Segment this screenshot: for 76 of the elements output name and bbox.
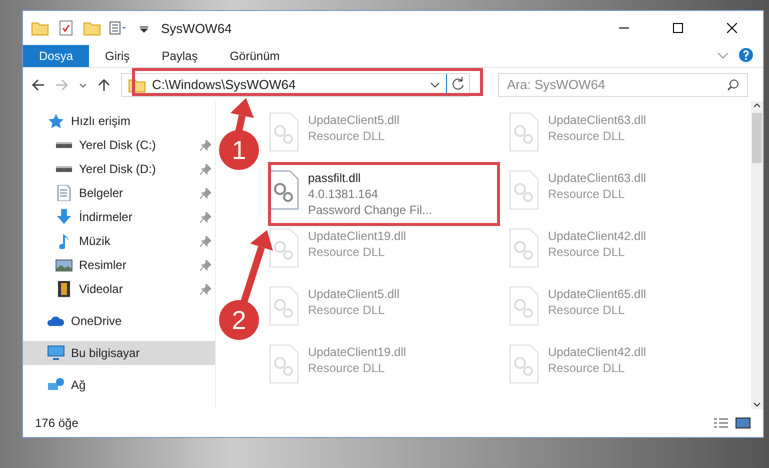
- sidebar-item[interactable]: Videolar: [23, 277, 215, 301]
- film-icon: [55, 281, 73, 297]
- star-icon: [47, 113, 65, 129]
- back-icon[interactable]: [31, 78, 45, 92]
- document-icon: [55, 185, 73, 201]
- dll-file-icon: [268, 111, 300, 153]
- sidebar-item[interactable]: Resimler: [23, 253, 215, 277]
- file-description: Resource DLL: [308, 361, 386, 375]
- ribbon-tab[interactable]: Görünüm: [214, 45, 296, 67]
- dropdown-icon[interactable]: [430, 80, 440, 88]
- dll-file-icon: [508, 343, 540, 385]
- checkmark-icon[interactable]: [57, 20, 75, 36]
- file-description: Password Change Fil...: [308, 203, 432, 217]
- file-description: Resource DLL: [308, 303, 386, 317]
- file-name: passfilt.dll: [308, 171, 362, 185]
- file-name: UpdateClient42.dll: [548, 229, 646, 243]
- file-name: UpdateClient42.dll: [548, 345, 646, 359]
- ribbon-tab[interactable]: Giriş: [89, 45, 146, 67]
- window-title: SysWOW64: [161, 20, 232, 36]
- up-icon[interactable]: [97, 78, 111, 92]
- picture-icon: [55, 257, 73, 273]
- file-name: UpdateClient5.dll: [308, 113, 400, 127]
- ribbon-tab[interactable]: Dosya: [23, 45, 90, 67]
- file-description: Resource DLL: [548, 303, 626, 317]
- sidebar-item[interactable]: OneDrive: [23, 309, 215, 333]
- details-view-icon[interactable]: [713, 417, 729, 429]
- file-name: UpdateClient19.dll: [308, 229, 406, 243]
- file-description: Resource DLL: [308, 129, 386, 143]
- close-icon: [727, 23, 737, 33]
- address-field[interactable]: C:\Windows\SysWOW64: [121, 72, 470, 96]
- ribbon-tab[interactable]: Paylaş: [146, 45, 214, 67]
- properties-icon[interactable]: [109, 20, 127, 36]
- file-description: Resource DLL: [548, 187, 626, 201]
- file-name: UpdateClient19.dll: [308, 345, 406, 359]
- help-icon[interactable]: [739, 48, 753, 62]
- sidebar-item[interactable]: Bu bilgisayar: [23, 341, 215, 365]
- dll-file-icon: [508, 111, 540, 153]
- sidebar-item[interactable]: Yerel Disk (C:): [23, 133, 215, 157]
- sidebar-item[interactable]: Belgeler: [23, 181, 215, 205]
- large-icons-view-icon[interactable]: [735, 417, 751, 429]
- drive-icon: [55, 165, 73, 173]
- dll-file-icon: [268, 227, 300, 269]
- drive-icon: [55, 141, 73, 149]
- network-icon: [47, 377, 65, 393]
- sidebar-item[interactable]: Yerel Disk (D:): [23, 157, 215, 181]
- file-name: UpdateClient65.dll: [548, 287, 646, 301]
- folder-icon: [31, 20, 49, 36]
- file-name: UpdateClient63.dll: [548, 171, 646, 185]
- sidebar-item[interactable]: Hızlı erişim: [23, 109, 215, 133]
- file-description: Resource DLL: [548, 361, 626, 375]
- file-name: UpdateClient5.dll: [308, 287, 400, 301]
- item-count: 176 öğe: [35, 416, 78, 430]
- file-name: UpdateClient63.dll: [548, 113, 646, 127]
- file-description: Resource DLL: [548, 245, 626, 259]
- sidebar-item[interactable]: Ağ: [23, 373, 215, 397]
- search-field[interactable]: Ara: SysWOW64: [498, 72, 748, 96]
- sidebar-item[interactable]: Müzik: [23, 229, 215, 253]
- monitor-icon: [47, 345, 65, 361]
- scroll-thumb[interactable]: [752, 113, 762, 163]
- file-item[interactable]: passfilt.dll 4.0.1381.164 Password Change Fil...: [264, 165, 504, 223]
- sidebar-item[interactable]: İndirmeler: [23, 205, 215, 229]
- dll-file-icon: [268, 169, 300, 211]
- file-version: 4.0.1381.164: [308, 187, 380, 201]
- dll-file-icon: [508, 285, 540, 327]
- file-description: Resource DLL: [548, 129, 626, 143]
- scrollbar[interactable]: [751, 101, 763, 409]
- down-arrow-icon: [55, 209, 73, 225]
- scroll-up-icon[interactable]: [753, 101, 761, 109]
- maximize-icon: [673, 23, 683, 33]
- dll-file-icon: [508, 169, 540, 211]
- search-icon[interactable]: [727, 78, 739, 90]
- scroll-down-icon[interactable]: [753, 401, 761, 409]
- file-description: Resource DLL: [308, 245, 386, 259]
- dll-file-icon: [508, 227, 540, 269]
- dll-file-icon: [268, 285, 300, 327]
- dll-file-icon: [268, 343, 300, 385]
